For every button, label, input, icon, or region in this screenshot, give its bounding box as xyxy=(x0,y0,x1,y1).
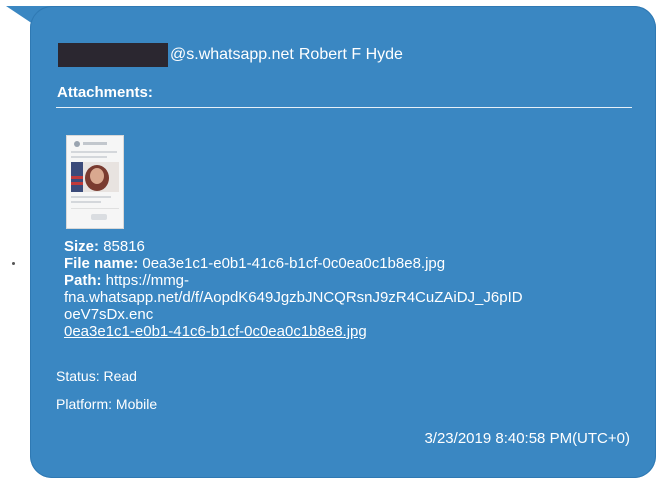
attachments-heading: Attachments: xyxy=(57,84,153,101)
attachment-details: Size: 85816 File name: 0ea3e1c1-e0b1-41c… xyxy=(64,238,523,340)
path-line-1: https://mmg- xyxy=(105,272,190,289)
filename-label: File name: xyxy=(64,255,139,272)
thumbnail-image xyxy=(67,136,123,228)
redacted-phone-number xyxy=(58,43,168,67)
message-content: @s.whatsapp.net Robert F Hyde Attachment… xyxy=(0,0,662,486)
platform-value: Mobile xyxy=(115,396,158,412)
platform-label: Platform: xyxy=(56,396,113,412)
size-value: 85816 xyxy=(103,238,145,255)
path-line-3: oeV7sDx.enc xyxy=(64,306,154,323)
divider xyxy=(56,107,632,108)
sender-name: Robert F Hyde xyxy=(298,46,403,63)
path-line-2: fna.whatsapp.net/d/f/AopdK649JgzbJNCQRsn… xyxy=(64,289,523,306)
filename-value: 0ea3e1c1-e0b1-41c6-b1cf-0c0ea0c1b8e8.jpg xyxy=(142,255,446,272)
sender-line: @s.whatsapp.net Robert F Hyde xyxy=(58,42,403,68)
size-row: Size: 85816 xyxy=(64,238,523,255)
path-label: Path: xyxy=(64,272,102,289)
status-value: Read xyxy=(103,368,137,384)
status-label: Status: xyxy=(56,368,100,384)
path-row: Path: https://mmg- xyxy=(64,272,523,289)
platform-line: Platform: Mobile xyxy=(56,396,157,412)
status-line: Status: Read xyxy=(56,368,137,384)
attachment-thumbnail[interactable] xyxy=(66,135,124,229)
message-timestamp: 3/23/2019 8:40:58 PM(UTC+0) xyxy=(424,430,630,447)
filename-row: File name: 0ea3e1c1-e0b1-41c6-b1cf-0c0ea… xyxy=(64,255,523,272)
attachment-file-link[interactable]: 0ea3e1c1-e0b1-41c6-b1cf-0c0ea0c1b8e8.jpg xyxy=(64,323,367,340)
sender-domain: @s.whatsapp.net xyxy=(170,46,294,63)
size-label: Size: xyxy=(64,238,100,255)
